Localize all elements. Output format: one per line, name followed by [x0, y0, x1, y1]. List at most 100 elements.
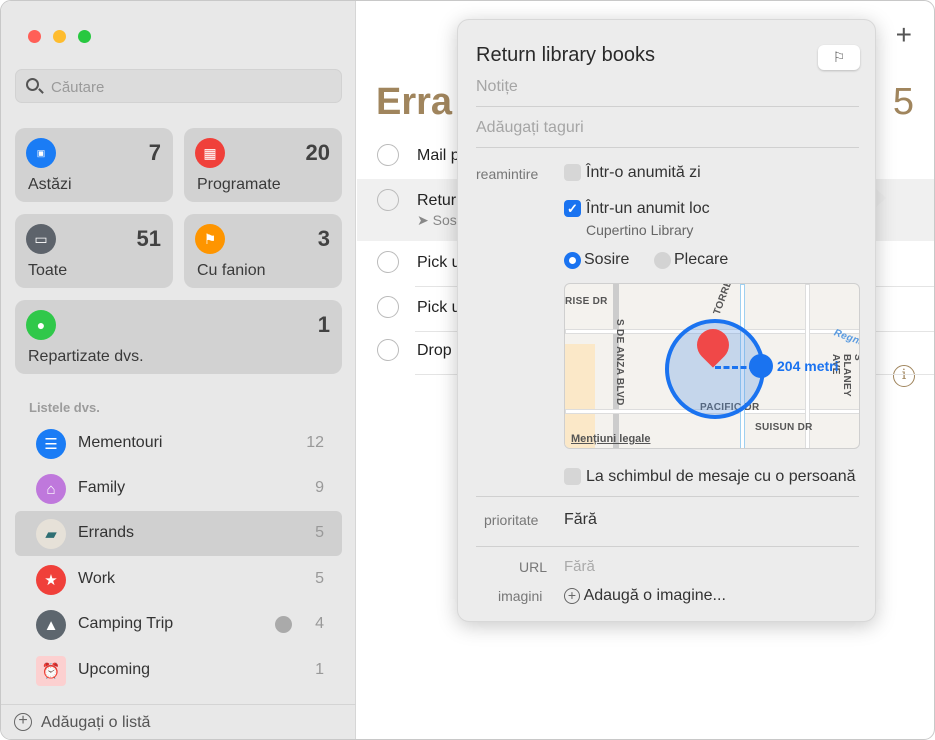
- count: 7: [148, 140, 161, 165]
- list-item-camping-trip[interactable]: ▲ Camping Trip 4: [15, 602, 342, 647]
- add-image-button[interactable]: + Adaugă o imagine...: [564, 587, 726, 605]
- messaging-label: La schimbul de mesaje cu o persoană: [586, 468, 856, 485]
- list-item-upcoming[interactable]: ⏰ Upcoming 1: [15, 648, 342, 693]
- complete-checkbox[interactable]: [377, 296, 399, 318]
- list-icon: ☰: [36, 429, 66, 459]
- smart-list-all[interactable]: ▭ 51 Toate: [15, 214, 173, 288]
- list-item-work[interactable]: ★ Work 5: [15, 557, 342, 602]
- arriving-radio[interactable]: [564, 252, 581, 269]
- list-label: Upcoming: [78, 661, 151, 678]
- add-list-label: Adăugați o listă: [41, 714, 151, 731]
- add-list-button[interactable]: + Adăugați o listă: [1, 704, 356, 739]
- sidebar: Căutare ▣ 7 Astăzi ▦ 20 Programate ▭ 51 …: [1, 1, 356, 739]
- flag-icon: ⚑: [195, 224, 225, 254]
- section-title: Listele dvs.: [29, 400, 100, 415]
- smart-list-assigned[interactable]: ● 1 Repartizate dvs.: [15, 300, 342, 374]
- search-icon: [26, 78, 39, 91]
- label: Repartizate dvs.: [28, 348, 144, 365]
- complete-checkbox[interactable]: [377, 251, 399, 273]
- list-count: 5: [892, 81, 914, 123]
- legal-link[interactable]: Mențiuni legale: [571, 433, 650, 445]
- count: 51: [136, 226, 161, 251]
- label: Astăzi: [28, 176, 72, 193]
- search-input[interactable]: Căutare: [15, 69, 342, 103]
- divider: [476, 106, 859, 107]
- list-count: 1: [315, 661, 324, 678]
- radius-handle[interactable]: [749, 354, 773, 378]
- task-title[interactable]: Pick u: [417, 299, 461, 317]
- complete-checkbox[interactable]: [377, 339, 399, 361]
- subtitle-text: Sos: [432, 212, 457, 228]
- list-label: Mementouri: [78, 434, 163, 451]
- task-subtitle: ➤ Sos: [417, 212, 457, 229]
- house-icon: ⌂: [36, 474, 66, 504]
- on-day-label: Într-o anumită zi: [586, 164, 701, 181]
- task-title[interactable]: Pick u: [417, 254, 461, 272]
- on-day-checkbox[interactable]: [564, 164, 581, 181]
- leaving-radio[interactable]: [654, 252, 671, 269]
- task-title[interactable]: Retur: [417, 192, 456, 210]
- priority-select[interactable]: Fără: [564, 511, 597, 529]
- smart-list-today[interactable]: ▣ 7 Astăzi: [15, 128, 173, 202]
- smart-list-flagged[interactable]: ⚑ 3 Cu fanion: [184, 214, 342, 288]
- tray-icon: ▭: [26, 224, 56, 254]
- complete-checkbox[interactable]: [377, 189, 399, 211]
- list-item-mementouri[interactable]: ☰ Mementouri 12: [15, 421, 342, 466]
- add-image-label: Adaugă o imagine...: [583, 587, 726, 604]
- list-label: Camping Trip: [78, 615, 174, 632]
- location-map[interactable]: RISE DR S DE ANZA BLVD TORRE PACIFIC DR …: [564, 283, 860, 449]
- location-arrow-icon: ➤: [417, 212, 433, 228]
- shared-person-icon: [275, 616, 292, 633]
- person-icon: ●: [26, 310, 56, 340]
- leaving-label: Plecare: [674, 251, 729, 268]
- plus-circle-icon: +: [14, 713, 32, 731]
- complete-checkbox[interactable]: [377, 144, 399, 166]
- flag-button[interactable]: ⚐: [818, 45, 860, 70]
- remind-label: reamintire: [476, 166, 539, 182]
- priority-label: prioritate: [484, 512, 539, 528]
- zoom-button[interactable]: [78, 30, 91, 43]
- street-label: RISE DR: [565, 296, 608, 307]
- smart-list-scheduled[interactable]: ▦ 20 Programate: [184, 128, 342, 202]
- calendar-today-icon: ▣: [26, 138, 56, 168]
- list-count: 9: [315, 479, 324, 496]
- flag-icon: ⚐: [832, 49, 846, 65]
- messaging-checkbox[interactable]: [564, 468, 581, 485]
- task-title[interactable]: Mail p: [417, 147, 460, 165]
- count: 3: [317, 226, 330, 251]
- list-item-errands[interactable]: ▰ Errands 5: [15, 511, 342, 556]
- tags-field[interactable]: Adăugați taguri: [476, 119, 584, 137]
- task-title[interactable]: Drop: [417, 342, 452, 360]
- search-placeholder: Căutare: [51, 79, 105, 96]
- list-count: 5: [315, 524, 324, 541]
- alarm-clock-icon: ⏰: [36, 656, 66, 686]
- reminders-window: Căutare ▣ 7 Astăzi ▦ 20 Programate ▭ 51 …: [0, 0, 935, 740]
- arriving-label: Sosire: [584, 251, 630, 268]
- list-label: Errands: [78, 524, 135, 541]
- street-label: TORRE: [711, 283, 735, 317]
- radius-label: 204 metri: [777, 358, 839, 374]
- label: Programate: [197, 176, 281, 193]
- close-button[interactable]: [28, 30, 41, 43]
- at-location-checkbox[interactable]: ✓: [564, 200, 581, 217]
- plus-circle-icon: +: [564, 588, 580, 604]
- label: Toate: [28, 262, 68, 279]
- list-label: Family: [78, 479, 126, 496]
- count: 20: [305, 140, 330, 165]
- add-reminder-button[interactable]: +: [896, 19, 912, 51]
- list-title: Erra: [376, 81, 453, 123]
- reminder-details-popover: Return library books ⚐ Notițe Adăugați t…: [457, 19, 876, 622]
- list-label: Work: [78, 570, 116, 587]
- url-field[interactable]: Fără: [564, 558, 595, 575]
- reminder-title[interactable]: Return library books: [476, 44, 655, 67]
- notes-field[interactable]: Notițe: [476, 78, 518, 96]
- count: 1: [317, 312, 330, 337]
- minimize-button[interactable]: [53, 30, 66, 43]
- at-location-label: Într-un anumit loc: [586, 200, 710, 217]
- street-label: S DE ANZA BLVD: [614, 319, 625, 406]
- list-count: 4: [315, 615, 324, 632]
- list-item-family[interactable]: ⌂ Family 9: [15, 466, 342, 511]
- location-name[interactable]: Cupertino Library: [586, 222, 693, 238]
- label: Cu fanion: [197, 262, 266, 279]
- truck-icon: ▰: [36, 519, 66, 549]
